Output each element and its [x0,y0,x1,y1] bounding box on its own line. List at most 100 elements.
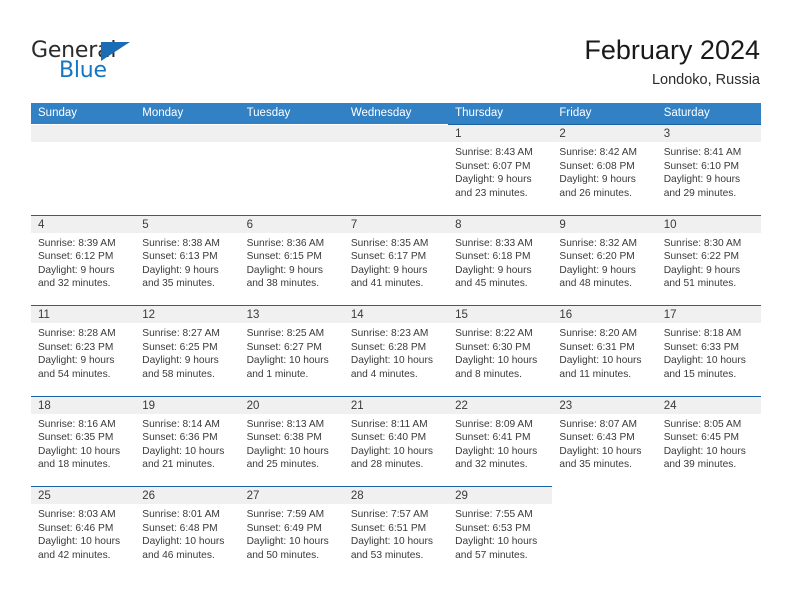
sunset-text: Sunset: 6:28 PM [350,341,427,353]
calendar-day-cell[interactable]: 29 Sunrise: 7:55 AM Sunset: 6:53 PM Dayligh… [448,486,553,577]
day-sun-info: Sunrise: 8:27 AM Sunset: 6:25 PM Daylight:… [135,323,239,381]
daylight-text-line1: Daylight: 9 hours [142,264,219,276]
date-band: 4 [31,215,136,233]
calendar-day-cell[interactable]: 7 Sunrise: 8:35 AM Sunset: 6:17 PM Daylight… [343,214,449,305]
calendar-day-cell[interactable]: 8 Sunrise: 8:33 AM Sunset: 6:18 PM Daylight… [448,214,553,305]
daylight-text-line2: and 46 minutes. [142,549,215,561]
date-band: 7 [343,215,449,233]
date-band: 20 [239,396,344,414]
date-number: 8 [455,218,462,231]
calendar-day-cell[interactable]: 21 Sunrise: 8:11 AM Sunset: 6:40 PM Dayligh… [343,395,449,486]
calendar-day-cell[interactable]: 27 Sunrise: 7:59 AM Sunset: 6:49 PM Dayligh… [239,486,344,577]
calendar-day-cell[interactable]: 2 Sunrise: 8:42 AM Sunset: 6:08 PM Daylight… [552,124,657,215]
calendar-day-cell[interactable]: 4 Sunrise: 8:39 AM Sunset: 6:12 PM Daylight… [31,214,136,305]
date-number: 22 [455,399,468,412]
day-sun-info: Sunrise: 8:16 AM Sunset: 6:35 PM Daylight:… [31,414,135,472]
date-number: 1 [455,128,462,140]
calendar-day-cell[interactable]: 1 Sunrise: 8:43 AM Sunset: 6:07 PM Daylight… [448,124,553,215]
date-band: 5 [135,215,240,233]
daylight-text-line2: and 35 minutes. [142,278,215,290]
calendar-day-cell[interactable]: 16 Sunrise: 8:20 AM Sunset: 6:31 PM Dayligh… [552,305,657,396]
day-sun-info: Sunrise: 8:39 AM Sunset: 6:12 PM Daylight:… [31,233,135,291]
calendar-day-cell[interactable]: 12 Sunrise: 8:27 AM Sunset: 6:25 PM Dayligh… [135,305,240,396]
sunrise-text: Sunrise: 8:18 AM [663,328,742,339]
calendar-day-cell[interactable]: 9 Sunrise: 8:32 AM Sunset: 6:20 PM Daylight… [552,214,657,305]
calendar-day-cell[interactable]: 3 Sunrise: 8:41 AM Sunset: 6:10 PM Daylight… [656,124,761,215]
sunrise-text: Sunrise: 8:09 AM [455,418,533,430]
daylight-text-line1: Daylight: 10 hours [559,355,642,367]
sunrise-text: Sunrise: 8:33 AM [455,237,533,249]
day-sun-info: Sunrise: 8:23 AM Sunset: 6:28 PM Daylight:… [344,323,448,381]
sunrise-text: Sunrise: 8:30 AM [663,237,742,249]
daylight-text-line2: and 32 minutes. [38,278,111,290]
date-band: 9 [552,215,657,233]
daylight-text-line2: and 57 minutes. [455,549,528,561]
calendar-day-cell[interactable]: 13 Sunrise: 8:25 AM Sunset: 6:27 PM Dayligh… [239,305,344,396]
date-number: 19 [142,399,156,412]
daylight-text-line1: Daylight: 10 hours [559,445,642,457]
sunset-text: Sunset: 6:45 PM [663,432,740,444]
day-sun-info: Sunrise: 8:14 AM Sunset: 6:36 PM Daylight:… [135,414,239,472]
weekday-header-friday: Friday [559,107,592,119]
day-sun-info: Sunrise: 8:38 AM Sunset: 6:13 PM Daylight:… [135,233,239,291]
calendar-day-cell[interactable]: 22 Sunrise: 8:09 AM Sunset: 6:41 PM Dayligh… [448,395,553,486]
sunrise-text: Sunrise: 8:42 AM [559,147,637,158]
daylight-text-line1: Daylight: 9 hours [455,264,532,276]
daylight-text-line2: and 35 minutes. [559,459,632,471]
daylight-text-line1: Daylight: 10 hours [246,536,329,548]
weekday-header-wednesday: Wednesday [350,107,412,119]
calendar-weeks: 1 Sunrise: 8:43 AM Sunset: 6:07 PM Daylight… [31,124,761,577]
daylight-text-line1: Daylight: 9 hours [38,264,115,276]
sunset-text: Sunset: 6:38 PM [246,432,322,444]
date-band: 28 [343,487,449,504]
daylight-text-line1: Daylight: 10 hours [350,355,433,367]
sunset-text: Sunset: 6:22 PM [663,251,740,263]
calendar-day-cell[interactable]: 18 Sunrise: 8:16 AM Sunset: 6:35 PM Dayligh… [31,395,136,486]
daylight-text-line1: Daylight: 10 hours [38,445,121,457]
daylight-text-line1: Daylight: 10 hours [663,445,746,457]
date-band: 22 [448,396,553,414]
day-sun-info: Sunrise: 7:55 AM Sunset: 6:53 PM Daylight:… [448,504,552,562]
calendar-day-cell[interactable]: 11 Sunrise: 8:28 AM Sunset: 6:23 PM Dayligh… [31,305,136,396]
day-sun-info: Sunrise: 8:05 AM Sunset: 6:45 PM Daylight:… [657,414,761,472]
date-number: 28 [350,490,364,502]
calendar-day-cell[interactable]: 10 Sunrise: 8:30 AM Sunset: 6:22 PM Dayligh… [656,214,761,305]
date-number: 18 [38,399,51,412]
date-band: 26 [135,487,240,504]
calendar-day-cell[interactable]: 6 Sunrise: 8:36 AM Sunset: 6:15 PM Daylight… [239,214,344,305]
calendar-day-cell[interactable]: 23 Sunrise: 8:07 AM Sunset: 6:43 PM Dayligh… [552,395,657,486]
calendar-day-cell[interactable]: 17 Sunrise: 8:18 AM Sunset: 6:33 PM Dayligh… [656,305,761,396]
day-sun-info: Sunrise: 8:22 AM Sunset: 6:30 PM Daylight:… [448,323,552,381]
calendar-day-cell[interactable]: 14 Sunrise: 8:23 AM Sunset: 6:28 PM Dayligh… [343,305,449,396]
date-number: 14 [350,309,364,321]
calendar-day-cell-empty [552,486,657,577]
calendar-day-cell[interactable]: 20 Sunrise: 8:13 AM Sunset: 6:38 PM Dayligh… [239,395,344,486]
sunrise-text: Sunrise: 8:07 AM [559,418,637,430]
brand-logo[interactable]: General Blue [31,40,171,88]
calendar-day-cell[interactable]: 19 Sunrise: 8:14 AM Sunset: 6:36 PM Dayligh… [135,395,240,486]
sunset-text: Sunset: 6:51 PM [350,522,427,534]
sunset-text: Sunset: 6:49 PM [246,522,322,534]
sunrise-text: Sunrise: 8:23 AM [350,328,429,339]
daylight-text-line1: Daylight: 10 hours [142,536,225,548]
date-number: 11 [38,309,50,321]
sunset-text: Sunset: 6:08 PM [559,160,635,172]
day-sun-info: Sunrise: 8:42 AM Sunset: 6:08 PM Daylight:… [552,142,656,200]
calendar-day-cell[interactable]: 28 Sunrise: 7:57 AM Sunset: 6:51 PM Dayligh… [343,486,449,577]
date-band: 2 [552,125,657,142]
daylight-text-line1: Daylight: 9 hours [38,355,115,367]
calendar-day-cell[interactable]: 25 Sunrise: 8:03 AM Sunset: 6:46 PM Dayligh… [31,486,136,577]
daylight-text-line2: and 38 minutes. [246,278,320,290]
date-number: 13 [246,309,260,321]
daylight-text-line1: Daylight: 10 hours [38,536,121,548]
calendar-day-cell[interactable]: 26 Sunrise: 8:01 AM Sunset: 6:48 PM Dayligh… [135,486,240,577]
calendar-day-cell[interactable]: 24 Sunrise: 8:05 AM Sunset: 6:45 PM Dayligh… [656,395,761,486]
date-number: 15 [455,309,468,321]
daylight-text-line2: and 15 minutes. [663,368,737,380]
sunset-text: Sunset: 6:33 PM [663,341,740,353]
calendar-day-cell[interactable]: 5 Sunrise: 8:38 AM Sunset: 6:13 PM Daylight… [135,214,240,305]
calendar-day-cell[interactable]: 15 Sunrise: 8:22 AM Sunset: 6:30 PM Dayligh… [448,305,553,396]
sunset-text: Sunset: 6:17 PM [350,251,427,263]
day-sun-info: Sunrise: 8:09 AM Sunset: 6:41 PM Daylight:… [448,414,552,472]
day-sun-info: Sunrise: 8:07 AM Sunset: 6:43 PM Daylight:… [552,414,656,472]
